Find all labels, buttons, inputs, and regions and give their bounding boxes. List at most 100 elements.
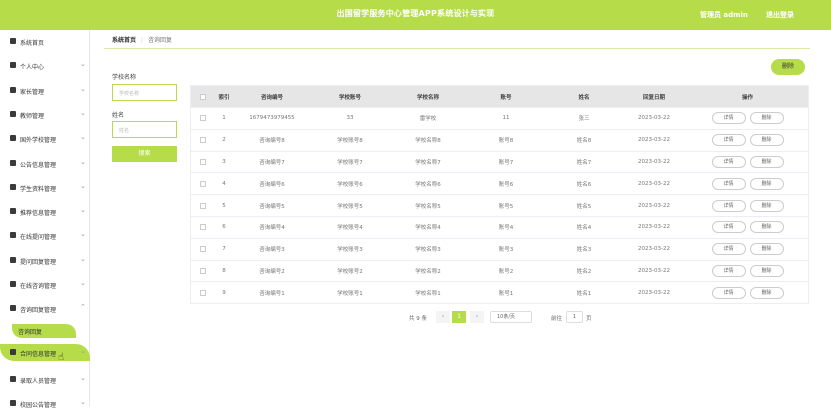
- column-header: 学校账号: [338, 94, 361, 101]
- sidebar-item-9[interactable]: 在线提问管理 ⌄: [0, 224, 90, 248]
- sidebar-item-13[interactable]: 合同信息管理 ⌄: [0, 344, 90, 361]
- menu-icon: [10, 38, 16, 44]
- table-cell: 学校账号7: [337, 159, 363, 166]
- table-cell: 张三: [578, 116, 590, 123]
- column-header: 姓名: [578, 94, 590, 101]
- sidebar-item-7[interactable]: 学生资料管理 ⌄: [0, 176, 90, 200]
- menu-icon: [10, 376, 16, 382]
- table-cell: 2023-03-22: [638, 180, 670, 187]
- row-delete-button[interactable]: 删除: [749, 134, 784, 147]
- table-cell: 雷学校: [419, 116, 437, 123]
- row-checkbox[interactable]: [200, 289, 206, 296]
- table-cell: 咨询编号5: [259, 203, 285, 210]
- detail-button[interactable]: 详情: [711, 199, 746, 212]
- sidebar-item-3[interactable]: 家长管理 ⌄: [0, 79, 90, 103]
- row-checkbox[interactable]: [200, 246, 206, 253]
- row-checkbox[interactable]: [200, 267, 206, 274]
- next-page-button[interactable]: ›: [470, 311, 484, 323]
- row-delete-button[interactable]: 删除: [749, 286, 784, 299]
- mouse-cursor-icon: ☝: [58, 352, 65, 363]
- menu-icon: [10, 86, 16, 93]
- row-checkbox-cell: [191, 108, 215, 129]
- table-cell: 2: [222, 137, 226, 144]
- search-button[interactable]: 搜索: [112, 146, 177, 162]
- sidebar-item-10[interactable]: 提问回复管理 ⌄: [0, 249, 90, 273]
- row-delete-button[interactable]: 删除: [749, 221, 784, 234]
- sidebar-item-label: 系统首页: [20, 40, 45, 47]
- goto-page-input[interactable]: 1: [566, 311, 583, 323]
- table-cell: 7: [222, 246, 226, 253]
- row-delete-button[interactable]: 删除: [749, 177, 784, 190]
- detail-button[interactable]: 详情: [711, 155, 746, 168]
- detail-button[interactable]: 详情: [711, 134, 746, 147]
- breadcrumb-home[interactable]: 系统首页: [112, 37, 136, 44]
- select-all-checkbox[interactable]: [200, 93, 206, 100]
- row-actions: 详情 删除: [685, 239, 810, 260]
- row-checkbox-cell: [191, 152, 215, 173]
- page-1-button[interactable]: 1: [452, 311, 466, 323]
- school-name-input[interactable]: 学校名称: [112, 84, 177, 101]
- chevron-icon: ⌄: [80, 133, 86, 142]
- row-delete-button[interactable]: 删除: [749, 243, 784, 256]
- detail-button[interactable]: 详情: [711, 286, 746, 299]
- menu-icon: [10, 135, 16, 142]
- table-cell: 1: [222, 115, 226, 122]
- row-checkbox-cell: [191, 195, 215, 216]
- detail-button[interactable]: 详情: [711, 177, 746, 190]
- page-word-label: 页: [586, 316, 592, 322]
- row-delete-button[interactable]: 删除: [749, 264, 784, 277]
- table-cell: 2023-03-22: [638, 289, 670, 296]
- row-actions: 详情 删除: [685, 130, 810, 151]
- table-row: 4 咨询编号6 学校账号6 学校名称6 账号6 姓名6 2023-03-22 详情 删除: [191, 172, 808, 195]
- row-checkbox[interactable]: [200, 158, 206, 165]
- sidebar-item-8[interactable]: 推荐信息管理 ⌄: [0, 200, 90, 224]
- row-delete-button[interactable]: 删除: [749, 199, 784, 212]
- detail-button[interactable]: 详情: [711, 264, 746, 277]
- detail-button[interactable]: 详情: [711, 221, 746, 234]
- sidebar-item-1[interactable]: 系统首页: [0, 30, 90, 54]
- sidebar-item-4[interactable]: 教师管理 ⌄: [0, 103, 90, 127]
- prev-page-button[interactable]: ‹: [436, 311, 450, 323]
- breadcrumb-separator: ⋮: [139, 37, 146, 44]
- row-checkbox[interactable]: [200, 202, 206, 209]
- row-checkbox[interactable]: [200, 180, 206, 187]
- row-delete-button[interactable]: 删除: [749, 155, 784, 168]
- row-checkbox[interactable]: [200, 115, 206, 122]
- table-cell: 5: [222, 202, 226, 209]
- column-header: 索引: [218, 94, 230, 101]
- sidebar-item-5[interactable]: 国外学校管理 ⌄: [0, 127, 90, 151]
- sidebar-item-11[interactable]: 在线咨询管理 ⌄: [0, 273, 90, 297]
- table-cell: 咨询编号2: [259, 268, 285, 275]
- sidebar-item-15[interactable]: 校园公告管理 ⌄: [0, 392, 90, 416]
- table-cell: 学校名称7: [415, 159, 441, 166]
- pagination: 共 9 条 ‹ 1 › 10条/页 前往 1 页: [0, 311, 831, 325]
- top-bar: 出国留学服务中心管理APP系统设计与实现 管理员 admin 退出登录: [0, 0, 831, 30]
- table-cell: 学校名称3: [415, 247, 441, 254]
- table-row: 5 咨询编号5 学校账号5 学校名称5 账号5 姓名5 2023-03-22 详情 删除: [191, 194, 808, 216]
- breadcrumb-divider: [104, 48, 810, 49]
- row-checkbox[interactable]: [200, 137, 206, 144]
- sidebar: 系统首页个人中心 ⌄ 家长管理 ⌄ 教师管理 ⌄ 国外学校管理 ⌄ 公告信息管理 ⌄ 学生资料管理 ⌄…: [0, 30, 90, 409]
- row-checkbox[interactable]: [200, 224, 206, 231]
- detail-button[interactable]: 详情: [711, 112, 746, 125]
- table-cell: 学校名称8: [415, 138, 441, 145]
- sidebar-item-2[interactable]: 个人中心 ⌄: [0, 54, 90, 78]
- table-cell: 9: [222, 289, 226, 296]
- sidebar-item-6[interactable]: 公告信息管理 ⌄: [0, 152, 90, 176]
- delete-button[interactable]: 删除: [771, 59, 805, 75]
- page-size-select[interactable]: 10条/页: [490, 311, 532, 323]
- menu-icon: [10, 62, 16, 69]
- table-row: 3 咨询编号7 学校账号7 学校名称7 账号7 姓名7 2023-03-22 详情 删除: [191, 150, 808, 173]
- table-cell: 2023-03-22: [638, 202, 670, 209]
- table-cell: 姓名1: [576, 290, 592, 297]
- sidebar-subitem-consult-reply[interactable]: 咨询回复: [12, 324, 76, 338]
- table-cell: 账号2: [498, 268, 514, 275]
- sidebar-item-14[interactable]: 录取人员管理 ⌄: [0, 368, 90, 392]
- chevron-icon: ⌄: [80, 181, 86, 190]
- row-delete-button[interactable]: 删除: [749, 112, 784, 125]
- table-cell: 2023-03-22: [638, 267, 670, 274]
- name-input[interactable]: 姓名: [112, 121, 177, 138]
- detail-button[interactable]: 详情: [711, 243, 746, 256]
- table-cell: 咨询编号8: [259, 138, 285, 145]
- logout-link[interactable]: 退出登录: [766, 10, 794, 20]
